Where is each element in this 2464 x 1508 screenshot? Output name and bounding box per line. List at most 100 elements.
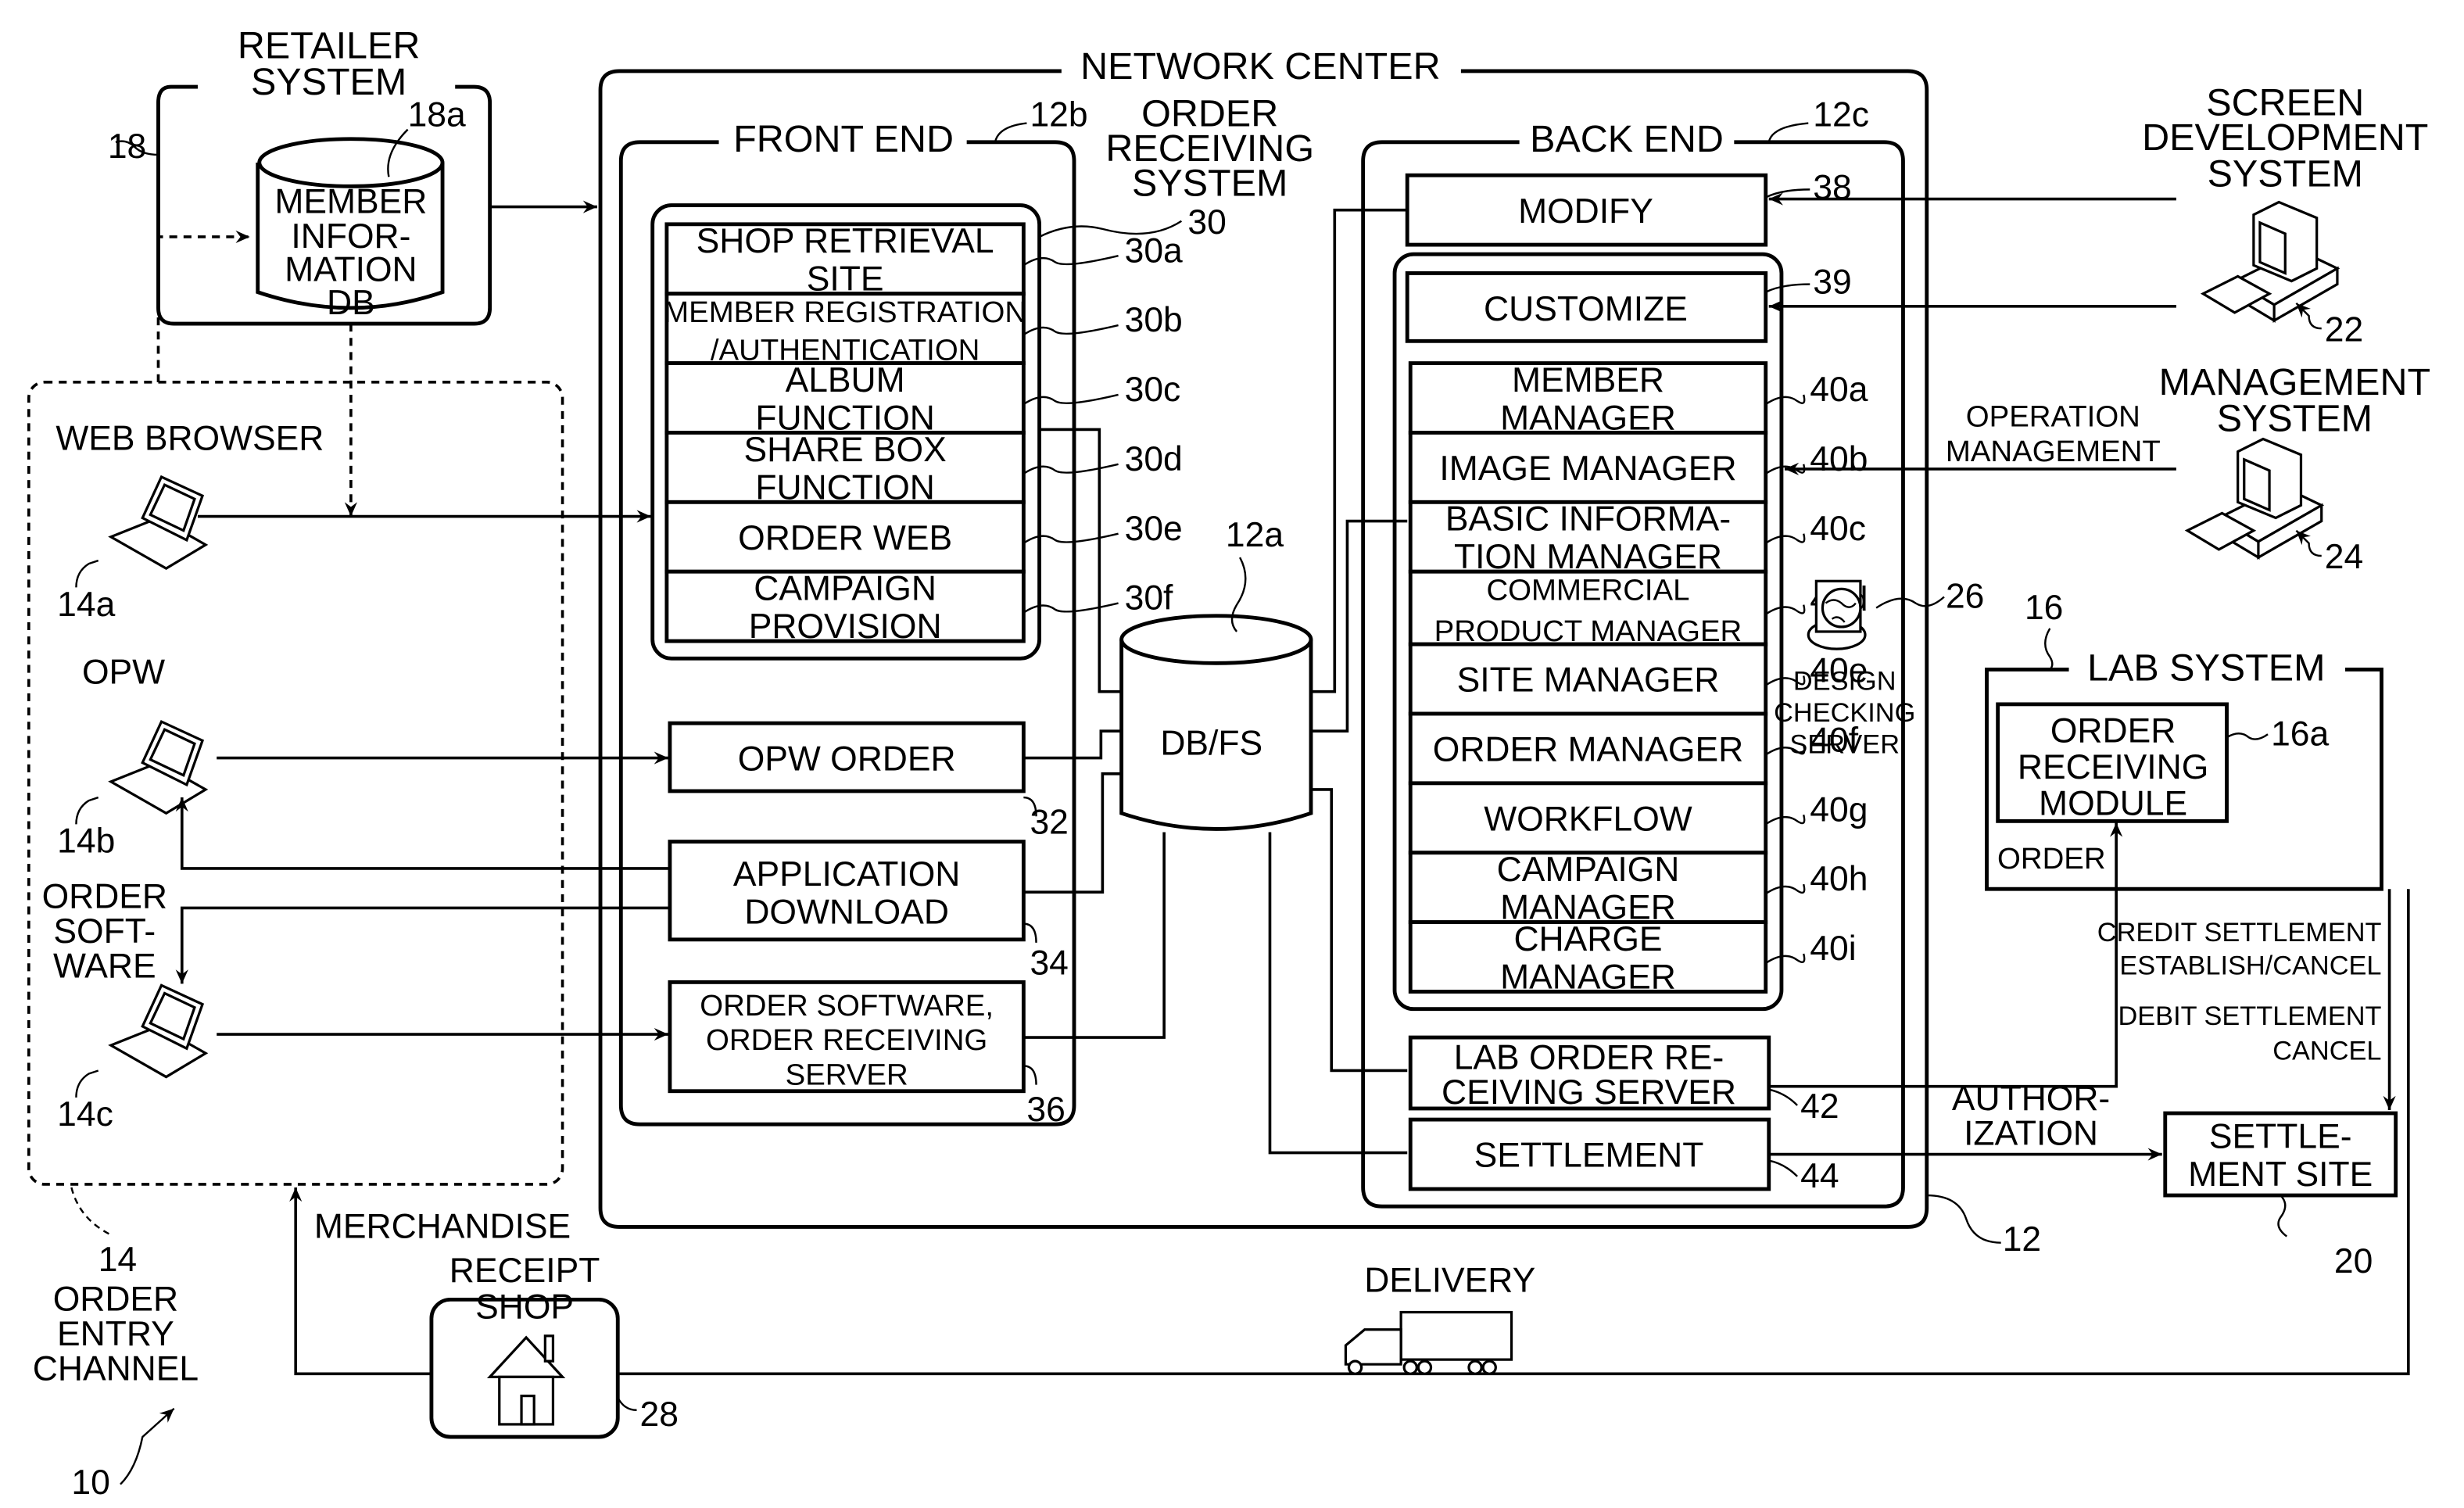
back-end-manager-40g[interactable]: WORKFLOW xyxy=(1408,781,1768,855)
order-receiving-module[interactable]: ORDER RECEIVING MODULE xyxy=(1996,702,2229,823)
front-end-module-label: ALBUM xyxy=(786,361,905,399)
order-software-line-3: WARE xyxy=(53,947,156,985)
db-fs-ref: 12a xyxy=(1226,516,1284,554)
orm-ref: 16a xyxy=(2271,715,2329,753)
laptop-icon-14a xyxy=(108,475,209,571)
front-end-ref: 12b xyxy=(1030,96,1087,134)
back-end-manager-label: MANAGER xyxy=(1500,958,1676,996)
dcs-line-3: SERVER xyxy=(1789,729,1900,759)
front-end-module-30a[interactable]: SHOP RETRIEVALSITE xyxy=(664,222,1026,299)
laptop-icon-14c xyxy=(108,983,209,1079)
db-line-1: MEMBER xyxy=(274,183,427,221)
back-end-manager-label: BASIC INFORMA- xyxy=(1445,500,1731,539)
modify-box[interactable]: MODIFY xyxy=(1405,173,1768,247)
delivery-label: DELIVERY xyxy=(1364,1261,1535,1299)
laptop-ref-14b: 14b xyxy=(57,822,115,861)
settlement-site[interactable]: SETTLE- MENT SITE xyxy=(2163,1111,2398,1198)
design-checking-server: DESIGN CHECKING SERVER xyxy=(1774,579,1915,759)
network-center-ref: 12 xyxy=(2003,1220,2041,1259)
front-end-module-label: PROVISION xyxy=(749,607,942,646)
retailer-system: RETAILER SYSTEM 18 MEMBER INFOR- MATION … xyxy=(108,25,492,326)
desktop-computer-icon-24 xyxy=(2184,437,2325,560)
truck-icon xyxy=(1344,1310,1513,1375)
back-end-manager-ref: 40c xyxy=(1810,510,1866,548)
receipt-shop: RECEIPT SHOP xyxy=(429,1252,620,1439)
order-software-server-box[interactable]: ORDER SOFTWARE, ORDER RECEIVING SERVER xyxy=(668,980,1026,1094)
sds-ref: 22 xyxy=(2325,310,2363,349)
back-end-manager-ref: 40h xyxy=(1810,860,1868,898)
back-end-manager-40d[interactable]: COMMERCIALPRODUCT MANAGER xyxy=(1408,569,1768,648)
settlement-site-ref: 20 xyxy=(2334,1242,2373,1281)
front-end-module-ref: 30b xyxy=(1125,301,1183,339)
lab-order-line-1: LAB ORDER RE- xyxy=(1454,1038,1724,1076)
customize-box[interactable]: CUSTOMIZE xyxy=(1405,271,1768,343)
oss-line-2: ORDER RECEIVING xyxy=(706,1023,987,1057)
back-end-manager-40e[interactable]: SITE MANAGER xyxy=(1408,642,1768,716)
application-download-box[interactable]: APPLICATION DOWNLOAD xyxy=(668,840,1026,942)
lab-system-title: LAB SYSTEM xyxy=(2087,647,2325,690)
settlement-box[interactable]: SETTLEMENT xyxy=(1408,1117,1771,1191)
authorization-line-2: IZATION xyxy=(1964,1114,2098,1152)
db-line-4: DB xyxy=(327,284,375,322)
customize-label: CUSTOMIZE xyxy=(1484,290,1688,328)
orm-line-3: MODULE xyxy=(2039,784,2187,822)
front-end-module-label: SHOP RETRIEVAL xyxy=(697,222,994,260)
ors-line-3: SYSTEM xyxy=(1132,162,1288,204)
back-end-manager-40b[interactable]: IMAGE MANAGER xyxy=(1408,431,1768,504)
credit-line-2: ESTABLISH/CANCEL xyxy=(2119,951,2381,980)
order-entry-line-1: ORDER xyxy=(53,1281,178,1319)
system-ref: 10 xyxy=(71,1463,109,1502)
back-end-manager-40f[interactable]: ORDER MANAGER xyxy=(1408,711,1768,786)
back-end-manager-label: COMMERCIAL xyxy=(1486,574,1689,607)
front-end-title: FRONT END xyxy=(733,118,954,160)
back-end-manager-label: SITE MANAGER xyxy=(1457,661,1720,700)
back-end-ref: 12c xyxy=(1813,96,1869,134)
modify-ref: 38 xyxy=(1813,169,1851,207)
app-download-line-2: DOWNLOAD xyxy=(744,894,949,932)
back-end-manager-label: ORDER MANAGER xyxy=(1433,731,1743,769)
front-end-module-label: CAMPAIGN xyxy=(754,570,937,608)
debit-line-1: DEBIT SETTLEMENT xyxy=(2118,1001,2381,1031)
order-software-line-2: SOFT- xyxy=(53,912,156,951)
back-end-manager-40c[interactable]: BASIC INFORMA-TION MANAGER xyxy=(1408,500,1768,576)
back-end-manager-40a[interactable]: MEMBERMANAGER xyxy=(1408,361,1768,437)
back-end-manager-ref: 40i xyxy=(1810,930,1856,968)
sds-line-3: SYSTEM xyxy=(2208,152,2363,195)
lab-order-line-2: CEIVING SERVER xyxy=(1442,1073,1736,1112)
oss-line-3: SERVER xyxy=(786,1058,908,1092)
globe-server-icon xyxy=(1807,579,1867,650)
ms-line-2: SYSTEM xyxy=(2217,397,2373,439)
back-end-manager-40i[interactable]: CHARGEMANAGER xyxy=(1408,920,1768,996)
front-end-module-30c[interactable]: ALBUMFUNCTION xyxy=(664,361,1026,437)
op-mgmt-line-1: OPERATION xyxy=(1966,399,2140,433)
front-end-module-ref: 30c xyxy=(1125,371,1181,409)
lab-order-receiving-server-box[interactable]: LAB ORDER RE- CEIVING SERVER xyxy=(1408,1035,1771,1112)
retailer-ref: 18 xyxy=(108,127,146,166)
member-information-db: MEMBER INFOR- MATION DB xyxy=(256,137,445,322)
back-end-title: BACK END xyxy=(1530,118,1724,160)
oss-ref: 36 xyxy=(1026,1091,1065,1129)
retailer-title-line-2: SYSTEM xyxy=(251,61,406,103)
receipt-shop-line-1: RECEIPT xyxy=(449,1252,600,1290)
back-end-manager-label: CAMPAIGN xyxy=(1497,851,1680,889)
lab-order-label: ORDER xyxy=(1997,842,2106,876)
back-end-manager-label: IMAGE MANAGER xyxy=(1439,450,1736,488)
order-software-line-1: ORDER xyxy=(42,877,167,915)
order-entry-line-3: CHANNEL xyxy=(33,1349,199,1388)
opw-label: OPW xyxy=(82,654,165,692)
front-end-module-30e[interactable]: ORDER WEB xyxy=(664,500,1026,574)
front-end-module-30f[interactable]: CAMPAIGNPROVISION xyxy=(664,570,1026,646)
settlement-label: SETTLEMENT xyxy=(1474,1137,1704,1175)
db-fs-label: DB/FS xyxy=(1160,725,1262,763)
back-end: BACK END 12c MODIFY 38 CUSTOMIZE 39 MEMB… xyxy=(1361,96,1984,1209)
debit-line-2: CANCEL xyxy=(2272,1036,2381,1066)
front-end-module-ref: 30f xyxy=(1125,579,1173,618)
front-end-module-ref: 30a xyxy=(1125,231,1183,270)
modify-label: MODIFY xyxy=(1518,192,1653,231)
db-fs: DB/FS xyxy=(1119,614,1313,831)
opw-order-box[interactable]: OPW ORDER xyxy=(668,721,1026,793)
settlement-ref: 44 xyxy=(1800,1157,1839,1195)
front-end-module-30d[interactable]: SHARE BOXFUNCTION xyxy=(664,431,1026,507)
back-end-manager-40h[interactable]: CAMPAIGNMANAGER xyxy=(1408,851,1768,927)
front-end-module-30b[interactable]: MEMBER REGISTRATION/AUTHENTICATION xyxy=(664,292,1026,367)
